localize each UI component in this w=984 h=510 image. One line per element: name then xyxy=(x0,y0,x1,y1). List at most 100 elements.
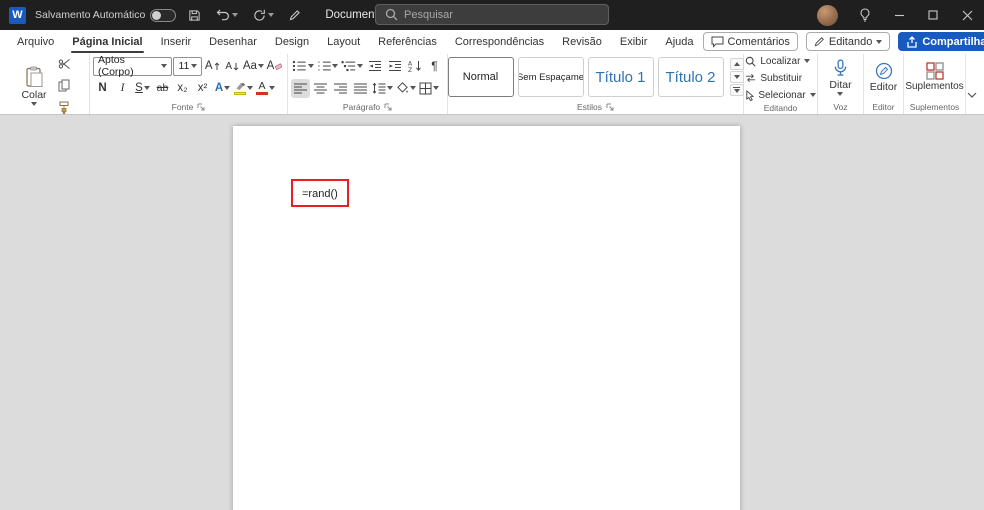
line-spacing-button[interactable] xyxy=(371,79,394,98)
editor-button[interactable]: Editor xyxy=(866,60,901,95)
autosave-toggle[interactable] xyxy=(150,8,177,22)
comments-button[interactable]: Comentários xyxy=(702,32,798,51)
superscript-button[interactable]: x² xyxy=(193,79,212,98)
tab-inserir[interactable]: Inserir xyxy=(152,30,201,53)
search-box[interactable] xyxy=(375,4,609,25)
paragraph-dialog-launcher-icon[interactable] xyxy=(384,103,392,111)
font-row-1: Aptos (Corpo) 11 A A Aa A xyxy=(93,54,284,78)
align-right-button[interactable] xyxy=(331,79,350,98)
cut-button[interactable] xyxy=(55,54,74,73)
font-dialog-launcher-icon[interactable] xyxy=(197,103,205,111)
format-painter-icon xyxy=(59,101,69,114)
italic-button[interactable]: I xyxy=(113,79,132,98)
tab-ajuda[interactable]: Ajuda xyxy=(656,30,702,53)
document-canvas[interactable]: =rand() xyxy=(0,115,984,510)
underline-button[interactable]: S xyxy=(133,79,152,98)
bullets-button[interactable] xyxy=(291,57,315,76)
tab-exibir[interactable]: Exibir xyxy=(611,30,657,53)
styles-content: Normal Sem Espaçame Título 1 Título 2 xyxy=(447,54,744,100)
maximize-button[interactable] xyxy=(916,0,950,30)
font-group-label: Fonte xyxy=(171,102,194,112)
redo-dropdown-caret[interactable] xyxy=(268,13,275,17)
style-normal[interactable]: Normal xyxy=(447,57,514,97)
grow-font-arrow-icon xyxy=(214,61,219,70)
tab-revisao[interactable]: Revisão xyxy=(553,30,611,53)
gallery-more-icon xyxy=(733,87,740,93)
tab-arquivo[interactable]: Arquivo xyxy=(8,30,63,53)
find-button[interactable]: Localizar xyxy=(745,54,815,68)
decrease-indent-button[interactable] xyxy=(365,57,384,76)
editor-icon xyxy=(875,62,892,79)
select-button[interactable]: Selecionar xyxy=(745,88,816,102)
save-button[interactable] xyxy=(185,0,204,30)
numbering-button[interactable] xyxy=(316,57,340,76)
pen-mode-button[interactable] xyxy=(286,0,304,30)
tab-pagina-inicial[interactable]: Página Inicial xyxy=(63,30,151,53)
ideas-button[interactable] xyxy=(848,0,882,30)
editor-content: Editor xyxy=(867,54,900,100)
search-input[interactable] xyxy=(404,8,584,21)
highlight-button[interactable] xyxy=(233,79,254,98)
dictate-button[interactable]: Ditar xyxy=(825,57,855,98)
share-button[interactable]: Compartilhamento xyxy=(898,32,984,51)
tab-referencias[interactable]: Referências xyxy=(369,30,446,53)
undo-dropdown-caret[interactable] xyxy=(232,13,239,17)
copy-button[interactable] xyxy=(55,76,74,95)
increase-indent-icon xyxy=(388,61,401,71)
close-button[interactable] xyxy=(950,0,984,30)
scroll-up-icon xyxy=(733,62,740,66)
multilevel-list-button[interactable] xyxy=(340,57,364,76)
strikethrough-button[interactable]: ab xyxy=(153,79,172,98)
tab-desenhar[interactable]: Desenhar xyxy=(200,30,266,53)
editing-group-footer: Editando xyxy=(747,102,814,114)
tab-correspondencias[interactable]: Correspondências xyxy=(446,30,553,53)
justify-button[interactable] xyxy=(351,79,370,98)
paragraph-group-footer: Parágrafo xyxy=(291,100,444,114)
style-no-spacing[interactable]: Sem Espaçame xyxy=(517,57,584,97)
paste-dropdown-caret[interactable] xyxy=(31,101,37,106)
shading-button[interactable] xyxy=(395,79,417,98)
redo-button[interactable] xyxy=(250,0,277,30)
word-logo-icon[interactable]: W xyxy=(9,6,26,24)
document-page[interactable]: =rand() xyxy=(233,126,740,510)
undo-button[interactable] xyxy=(213,0,241,30)
increase-indent-button[interactable] xyxy=(385,57,404,76)
subscript-button[interactable]: x₂ xyxy=(173,79,192,98)
strikethrough-label: ab xyxy=(156,82,169,94)
align-left-button[interactable] xyxy=(291,78,310,98)
font-size-combobox[interactable]: 11 xyxy=(173,56,202,76)
clear-formatting-button[interactable]: A xyxy=(265,57,284,76)
tab-layout[interactable]: Layout xyxy=(318,30,369,53)
multilevel-list-icon xyxy=(341,61,356,72)
borders-button[interactable] xyxy=(418,79,440,98)
dictate-caret[interactable] xyxy=(837,91,844,96)
align-center-button[interactable] xyxy=(311,79,330,98)
editing-mode-button[interactable]: Editando xyxy=(805,32,891,51)
collapse-ribbon-button[interactable] xyxy=(967,92,977,98)
bold-button[interactable]: N xyxy=(93,79,112,98)
addins-button[interactable]: Suplementos xyxy=(901,60,967,94)
font-color-button[interactable]: A xyxy=(255,79,276,98)
grow-font-button[interactable]: A xyxy=(203,57,222,76)
text-effects-button[interactable]: A xyxy=(213,79,232,98)
styles-gallery-more-button[interactable] xyxy=(729,84,744,96)
shrink-font-button[interactable]: A xyxy=(223,57,242,76)
styles-scroll-down-button[interactable] xyxy=(729,71,744,83)
replace-button[interactable]: Substituir xyxy=(745,71,815,85)
sort-button[interactable]: AZ xyxy=(405,57,424,76)
paste-button[interactable]: Colar xyxy=(17,64,50,108)
autosave-control[interactable]: Salvamento Automático xyxy=(35,8,177,22)
font-name-combobox[interactable]: Aptos (Corpo) xyxy=(93,54,173,78)
show-paragraph-marks-button[interactable]: ¶ xyxy=(425,57,444,76)
pen-icon xyxy=(289,10,301,21)
style-heading-2[interactable]: Título 2 xyxy=(657,57,724,97)
clipboard-content: Colar xyxy=(5,54,86,117)
styles-scroll-up-button[interactable] xyxy=(729,58,744,70)
style-heading-1[interactable]: Título 1 xyxy=(587,57,654,97)
minimize-button[interactable] xyxy=(882,0,916,30)
avatar[interactable] xyxy=(817,4,838,26)
titlebar: W Salvamento Automático Documento1 - Wor… xyxy=(0,0,984,30)
tab-design[interactable]: Design xyxy=(266,30,318,53)
change-case-button[interactable]: Aa xyxy=(243,57,264,76)
styles-dialog-launcher-icon[interactable] xyxy=(606,103,614,111)
